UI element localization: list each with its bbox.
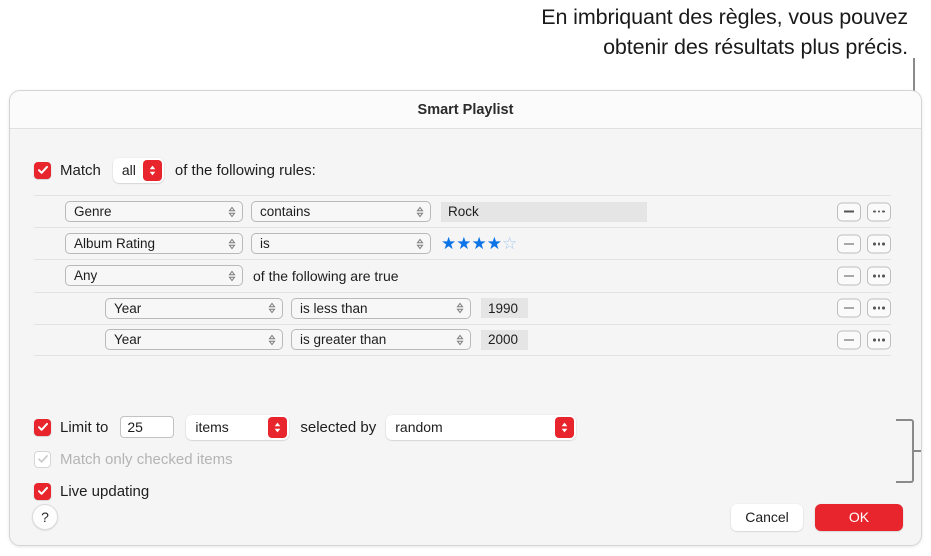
remove-rule-button[interactable] <box>837 330 861 350</box>
limit-unit-popup[interactable]: items <box>186 414 290 440</box>
chevron-updown-icon <box>222 270 236 282</box>
rule-field-select[interactable]: Any <box>65 265 243 287</box>
match-only-checked-row: Match only checked items <box>34 446 576 472</box>
cancel-button[interactable]: Cancel <box>731 503 803 531</box>
limit-to-checkbox[interactable] <box>34 418 51 436</box>
rule-operator-select[interactable]: is <box>251 233 431 255</box>
limit-to-row: Limit to 25 items selected by random <box>34 414 577 440</box>
nesting-bracket-stem <box>913 450 921 452</box>
rule-field-select[interactable]: Year <box>105 297 283 319</box>
rule-value-input[interactable]: Rock <box>441 201 647 222</box>
limit-to-label: Limit to <box>60 418 109 436</box>
more-options-button[interactable] <box>867 330 891 350</box>
chevron-updown-icon <box>142 159 162 181</box>
rule-row: Year is greater than 2000 <box>34 323 891 356</box>
match-checkbox[interactable] <box>34 161 51 179</box>
star-icon[interactable]: ☆ <box>502 235 517 252</box>
star-icon[interactable]: ★ <box>456 235 471 252</box>
nesting-bracket-annotation <box>896 419 914 483</box>
more-options-button[interactable] <box>867 266 891 286</box>
rule-field-select[interactable]: Album Rating <box>65 233 243 255</box>
star-icon[interactable]: ★ <box>472 235 487 252</box>
match-only-checked-label: Match only checked items <box>60 450 233 468</box>
rule-field-select[interactable]: Year <box>105 329 283 351</box>
rule-operator-value: contains <box>260 204 311 220</box>
selected-by-label: selected by <box>300 418 377 436</box>
callout-annotation-text: En imbriquant des règles, vous pouvez ob… <box>388 2 908 62</box>
chevron-updown-icon <box>222 238 236 250</box>
rule-value-input[interactable]: 2000 <box>481 329 528 350</box>
chevron-updown-icon <box>410 238 424 250</box>
rule-field-select[interactable]: Genre <box>65 201 243 223</box>
smart-playlist-dialog: Smart Playlist Match all of the followin… <box>9 90 922 546</box>
star-icon[interactable]: ★ <box>441 235 456 252</box>
rule-note: of the following are true <box>253 267 399 284</box>
rule-operator-select[interactable]: is greater than <box>291 329 471 351</box>
rule-operator-select[interactable]: is less than <box>291 297 471 319</box>
more-options-button[interactable] <box>867 234 891 254</box>
rule-value-input[interactable]: 1990 <box>481 298 528 319</box>
row-actions <box>837 202 891 222</box>
more-options-button[interactable] <box>867 298 891 318</box>
match-row: Match all of the following rules: <box>10 155 316 185</box>
rule-field-value: Genre <box>74 204 112 220</box>
selected-by-value: random <box>395 419 443 435</box>
chevron-updown-icon <box>410 206 424 218</box>
help-button[interactable]: ? <box>32 504 58 530</box>
rule-operator-value: is greater than <box>300 332 387 348</box>
chevron-updown-icon <box>555 416 575 438</box>
more-options-button[interactable] <box>867 202 891 222</box>
limit-count-input[interactable]: 25 <box>120 416 175 438</box>
remove-rule-button[interactable] <box>837 298 861 318</box>
row-actions <box>837 298 891 318</box>
remove-rule-button[interactable] <box>837 266 861 286</box>
match-suffix: of the following rules: <box>174 161 316 179</box>
star-icon[interactable]: ★ <box>487 235 502 252</box>
rule-field-value: Any <box>74 268 98 284</box>
remove-rule-button[interactable] <box>837 234 861 254</box>
chevron-updown-icon <box>222 206 236 218</box>
chevron-updown-icon <box>262 302 276 314</box>
rule-field-value: Album Rating <box>74 236 156 252</box>
rule-rating-stars[interactable]: ★ ★ ★ ★ ☆ <box>441 235 517 252</box>
rule-row: Year is less than 1990 <box>34 291 891 324</box>
dialog-body: Match all of the following rules: Genre c… <box>10 129 921 545</box>
chevron-updown-icon <box>450 334 464 346</box>
screenshot-root: En imbriquant des règles, vous pouvez ob… <box>0 0 931 556</box>
callout-line-1: En imbriquant des règles, vous pouvez <box>541 5 908 29</box>
rule-operator-value: is <box>260 236 270 252</box>
limit-unit-value: items <box>195 419 229 435</box>
chevron-updown-icon <box>268 416 288 438</box>
rule-row: Album Rating is ★ ★ ★ ★ ☆ <box>34 227 891 259</box>
match-only-checked-checkbox <box>34 450 51 468</box>
rule-operator-value: is less than <box>300 300 368 316</box>
match-scope-popup[interactable]: all <box>112 157 164 183</box>
selected-by-popup[interactable]: random <box>386 414 577 440</box>
dialog-title: Smart Playlist <box>417 101 514 118</box>
chevron-updown-icon <box>262 334 276 346</box>
match-label: Match <box>60 161 101 179</box>
remove-rule-button[interactable] <box>837 202 861 222</box>
row-actions <box>837 266 891 286</box>
chevron-updown-icon <box>450 302 464 314</box>
rule-field-value: Year <box>114 300 142 316</box>
rule-row: Any of the following are true <box>34 259 891 291</box>
row-actions <box>837 234 891 254</box>
rule-field-value: Year <box>114 332 142 348</box>
callout-line-2: obtenir des résultats plus précis. <box>603 35 908 59</box>
rule-operator-select[interactable]: contains <box>251 201 431 223</box>
row-actions <box>837 330 891 350</box>
dialog-footer: ? Cancel OK <box>10 487 921 545</box>
dialog-titlebar: Smart Playlist <box>10 91 921 129</box>
match-scope-value: all <box>121 162 136 178</box>
rule-row: Genre contains Rock <box>34 195 891 227</box>
rules-list: Genre contains Rock Album Rating is ★ ★ ★ ★ ☆ Any o… <box>34 195 891 356</box>
ok-button[interactable]: OK <box>815 503 903 531</box>
